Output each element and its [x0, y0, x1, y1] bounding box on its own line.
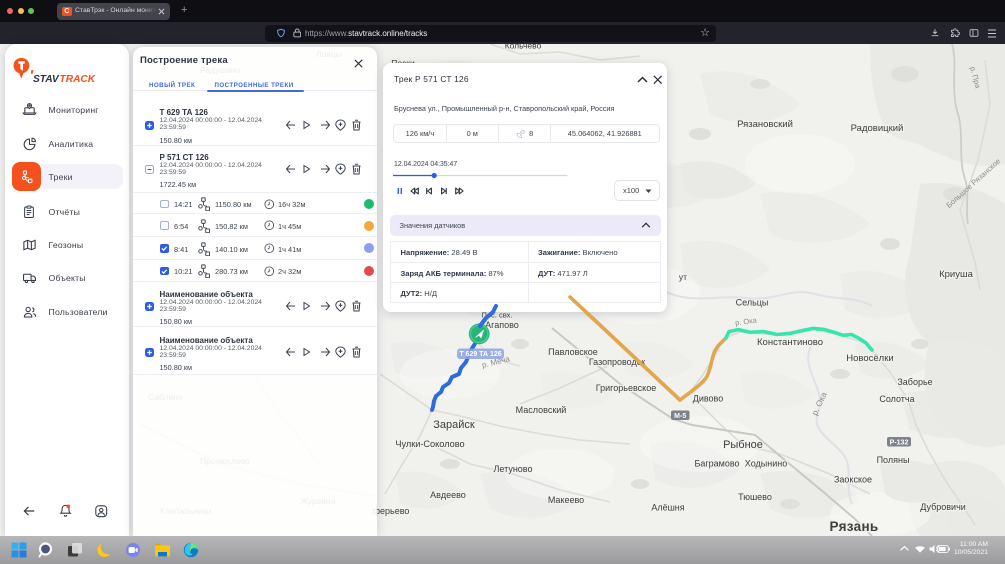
svg-text:Тюшево: Тюшево — [738, 492, 772, 502]
svg-text:Рязановский: Рязановский — [737, 119, 793, 130]
svg-text:Григорьевское: Григорьевское — [596, 383, 656, 393]
svg-text:Агапово: Агапово — [485, 320, 519, 330]
svg-text:Сельцы: Сельцы — [736, 298, 769, 308]
svg-text:М-5: М-5 — [674, 413, 686, 420]
svg-text:Газопроводск: Газопроводск — [589, 357, 645, 367]
svg-text:Чулки-Соколово: Чулки-Соколово — [395, 439, 464, 449]
svg-text:Зарайск: Зарайск — [433, 419, 475, 431]
svg-text:Константиново: Константиново — [757, 337, 823, 348]
svg-text:Р-132: Р-132 — [890, 439, 909, 446]
svg-text:Радовицкий: Радовицкий — [851, 123, 904, 134]
svg-text:TRACK: TRACK — [60, 74, 96, 85]
svg-text:ферьево: ферьево — [373, 506, 410, 516]
svg-text:Т 629 ТА 126: Т 629 ТА 126 — [459, 351, 501, 358]
svg-text:Баграмово: Баграмово — [694, 459, 739, 469]
svg-text:Солотча: Солотча — [879, 394, 914, 404]
svg-text:Рыбное: Рыбное — [723, 439, 763, 451]
svg-text:ут: ут — [679, 272, 687, 282]
svg-text:Дубровичи: Дубровичи — [920, 502, 966, 512]
svg-text:STAV: STAV — [33, 74, 60, 85]
svg-text:Поляны: Поляны — [877, 455, 910, 465]
svg-text:Заокское: Заокское — [834, 475, 872, 485]
svg-text:Рязань: Рязань — [830, 519, 879, 534]
svg-text:Криуша: Криуша — [939, 269, 973, 280]
svg-text:Новосёлки: Новосёлки — [846, 353, 893, 364]
svg-text:Алёшня: Алёшня — [651, 503, 684, 513]
svg-text:Дивово: Дивово — [693, 394, 724, 404]
svg-text:Заборье: Заборье — [897, 377, 932, 387]
svg-text:Авдеево: Авдеево — [430, 490, 466, 500]
svg-text:Павловское: Павловское — [548, 347, 598, 357]
svg-text:Масловский: Масловский — [516, 405, 567, 415]
svg-text:Летуново: Летуново — [494, 464, 533, 474]
svg-text:Кольчево: Кольчево — [505, 44, 542, 51]
svg-text:Макеево: Макеево — [548, 495, 584, 505]
svg-text:Ходынино: Ходынино — [745, 459, 787, 469]
